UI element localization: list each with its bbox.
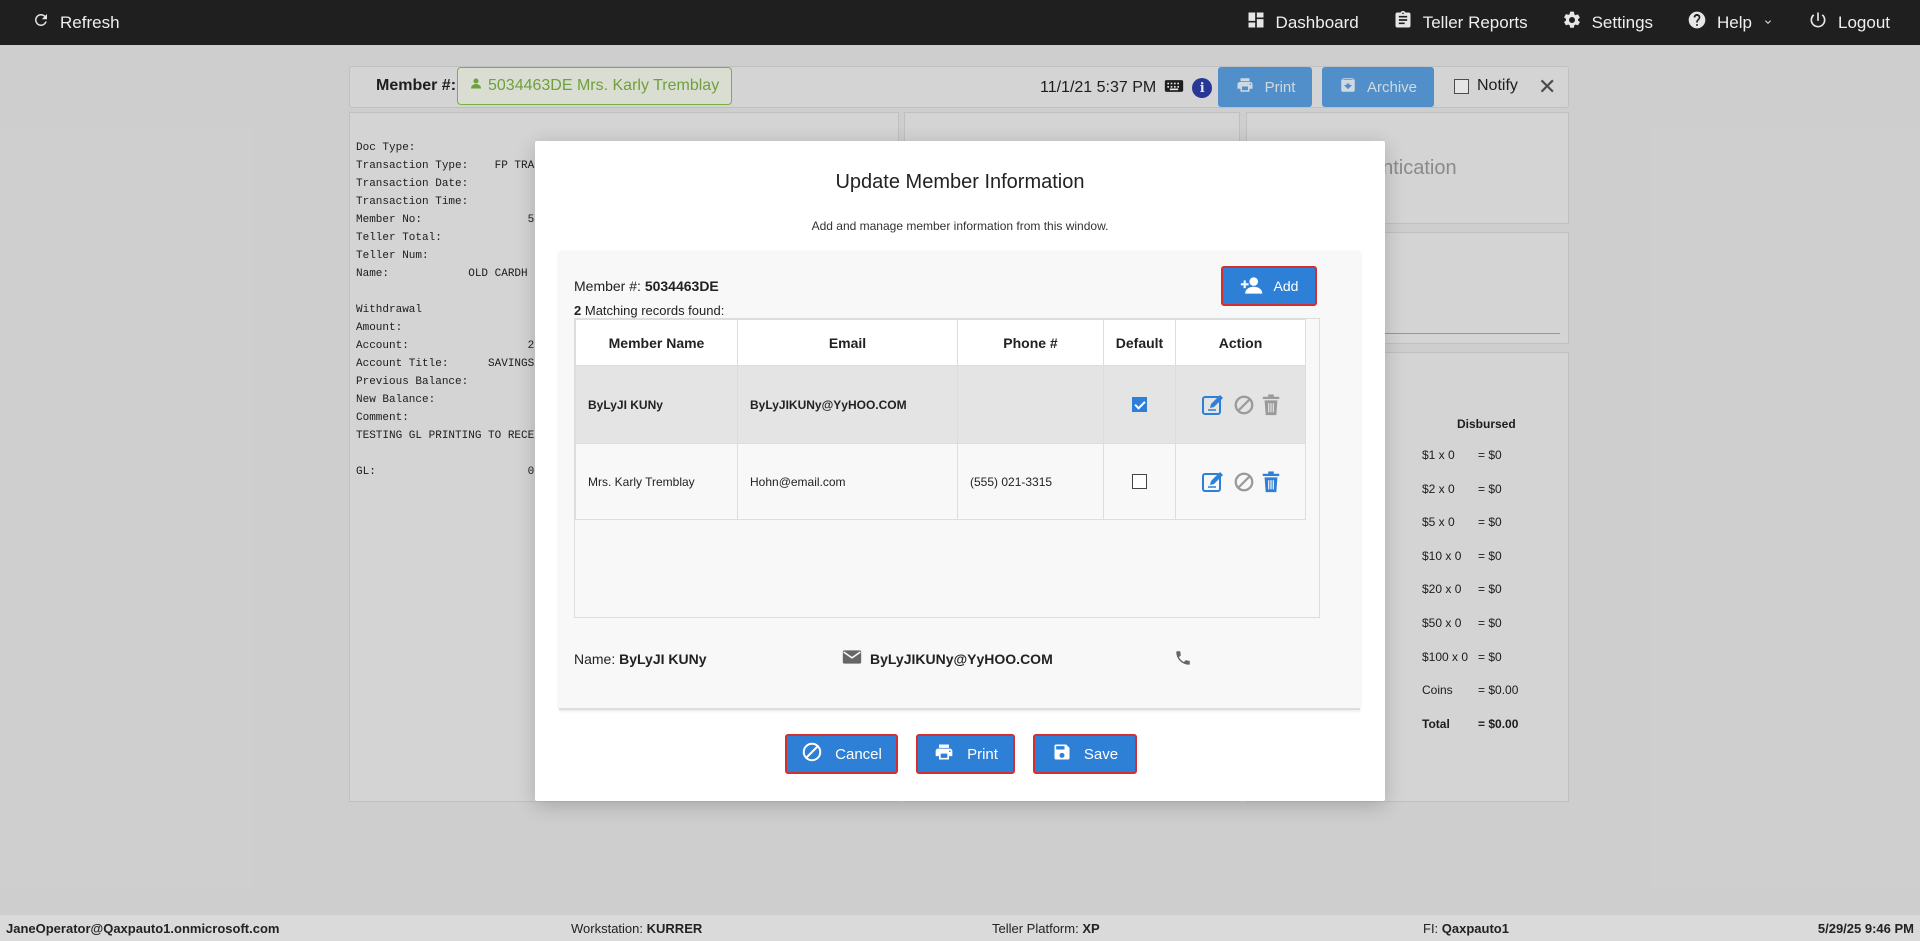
summary-name-value: ByLyJI KUNy (619, 651, 707, 667)
add-label: Add (1273, 278, 1299, 294)
member-table: Member Name Email Phone # Default Action… (575, 319, 1306, 520)
status-workstation-value: KURRER (646, 921, 703, 936)
help-icon (1687, 10, 1707, 35)
edit-icon[interactable] (1201, 393, 1227, 417)
cancel-icon (801, 741, 823, 767)
col-action[interactable]: Action (1175, 319, 1306, 366)
cell-action (1175, 443, 1306, 520)
save-label: Save (1083, 745, 1119, 763)
refresh-icon (32, 11, 50, 34)
chevron-down-icon (1762, 13, 1774, 33)
cancel-button[interactable]: Cancel (785, 734, 898, 774)
trash-icon (1261, 393, 1281, 416)
match-count-text: Matching records found: (584, 303, 725, 318)
gear-icon (1562, 10, 1582, 35)
member-number: Member #: 5034463DE (574, 278, 719, 294)
col-phone[interactable]: Phone # (957, 319, 1104, 366)
cell-member-name: Mrs. Karly Tremblay (575, 443, 738, 520)
print-button[interactable]: Print (916, 734, 1015, 774)
status-user-value: JaneOperator@Qaxpauto1.onmicrosoft.com (6, 921, 280, 936)
save-icon (1052, 742, 1072, 766)
clipboard-icon (1393, 10, 1413, 35)
status-datetime-value: 5/29/25 9:46 PM (1817, 921, 1914, 936)
member-card: Member #: 5034463DE 2 Matching records f… (559, 251, 1360, 710)
summary-phone (1174, 649, 1192, 670)
add-member-button[interactable]: Add (1221, 266, 1317, 306)
status-workstation: Workstation: KURRER (571, 921, 702, 936)
match-count-value: 2 (574, 303, 582, 318)
cell-email: Hohn@email.com (737, 443, 958, 520)
summary-name-label: Name: (574, 651, 616, 667)
table-row[interactable]: Mrs. Karly Tremblay Hohn@email.com (555)… (575, 443, 1306, 520)
nav-dashboard[interactable]: Dashboard (1246, 10, 1359, 35)
cell-action (1175, 365, 1306, 444)
disable-icon[interactable] (1233, 471, 1255, 493)
member-number-value: 5034463DE (644, 278, 719, 294)
cell-phone (957, 365, 1104, 444)
nav-help-label: Help (1717, 12, 1752, 32)
nav-settings-label: Settings (1591, 12, 1654, 32)
envelope-icon (842, 649, 862, 668)
disable-icon[interactable] (1233, 394, 1255, 416)
update-member-modal: Update Member Information Add and manage… (535, 141, 1385, 801)
member-table-container[interactable]: Member Name Email Phone # Default Action… (574, 318, 1320, 618)
printer-icon (933, 742, 955, 766)
status-datetime: 5/29/25 9:46 PM (1818, 921, 1914, 936)
status-fi-label: FI: (1423, 921, 1439, 936)
nav-teller-reports-label: Teller Reports (1422, 12, 1528, 32)
cell-default (1103, 365, 1176, 444)
match-count: 2 Matching records found: (574, 303, 724, 318)
status-platform-value: XP (1082, 921, 1100, 936)
dashboard-icon (1246, 10, 1266, 35)
add-user-icon (1240, 276, 1264, 297)
edit-icon[interactable] (1201, 470, 1227, 494)
status-platform-label: Teller Platform: (992, 921, 1079, 936)
nav-help[interactable]: Help (1687, 10, 1774, 35)
cell-phone: (555) 021-3315 (957, 443, 1104, 520)
nav-dashboard-label: Dashboard (1275, 12, 1359, 32)
refresh-label: Refresh (60, 12, 120, 32)
col-member-name[interactable]: Member Name (575, 319, 738, 366)
col-email[interactable]: Email (737, 319, 958, 366)
status-bar: JaneOperator@Qaxpauto1.onmicrosoft.com W… (0, 915, 1920, 941)
col-default[interactable]: Default (1103, 319, 1176, 366)
status-user: JaneOperator@Qaxpauto1.onmicrosoft.com (6, 921, 279, 936)
nav-logout-label: Logout (1838, 12, 1890, 32)
status-platform: Teller Platform: XP (992, 921, 1100, 936)
power-icon (1808, 10, 1828, 35)
print-label: Print (967, 745, 998, 763)
save-button[interactable]: Save (1033, 734, 1137, 774)
table-row[interactable]: ByLyJI KUNy ByLyJIKUNy@YyHOO.COM (575, 365, 1306, 444)
nav-teller-reports[interactable]: Teller Reports (1393, 10, 1528, 35)
nav-settings[interactable]: Settings (1562, 10, 1653, 35)
summary-email-value: ByLyJIKUNy@YyHOO.COM (870, 650, 1053, 667)
default-checkbox[interactable] (1132, 397, 1147, 413)
summary-name: Name: ByLyJI KUNy (574, 651, 707, 667)
table-header-row: Member Name Email Phone # Default Action (575, 319, 1306, 366)
refresh-button[interactable]: Refresh (32, 0, 120, 45)
status-fi: FI: Qaxpauto1 (1423, 921, 1509, 936)
status-workstation-label: Workstation: (571, 921, 644, 936)
cell-default (1103, 443, 1176, 520)
cell-member-name: ByLyJI KUNy (575, 365, 738, 444)
selected-member-summary: Name: ByLyJI KUNy ByLyJIKUNy@YyHOO.COM (574, 649, 1354, 673)
default-checkbox[interactable] (1132, 474, 1147, 490)
cancel-label: Cancel (835, 745, 882, 763)
top-navbar: Refresh Dashboard Teller Reports Setting… (0, 0, 1920, 45)
member-number-label: Member #: (574, 278, 641, 294)
trash-icon[interactable] (1261, 470, 1281, 493)
modal-subtitle: Add and manage member information from t… (811, 219, 1109, 233)
summary-email: ByLyJIKUNy@YyHOO.COM (842, 649, 1053, 668)
cell-email: ByLyJIKUNy@YyHOO.COM (737, 365, 958, 444)
modal-title: Update Member Information (835, 171, 1085, 193)
status-fi-value: Qaxpauto1 (1441, 921, 1509, 936)
nav-logout[interactable]: Logout (1808, 10, 1890, 35)
phone-icon (1174, 651, 1192, 670)
